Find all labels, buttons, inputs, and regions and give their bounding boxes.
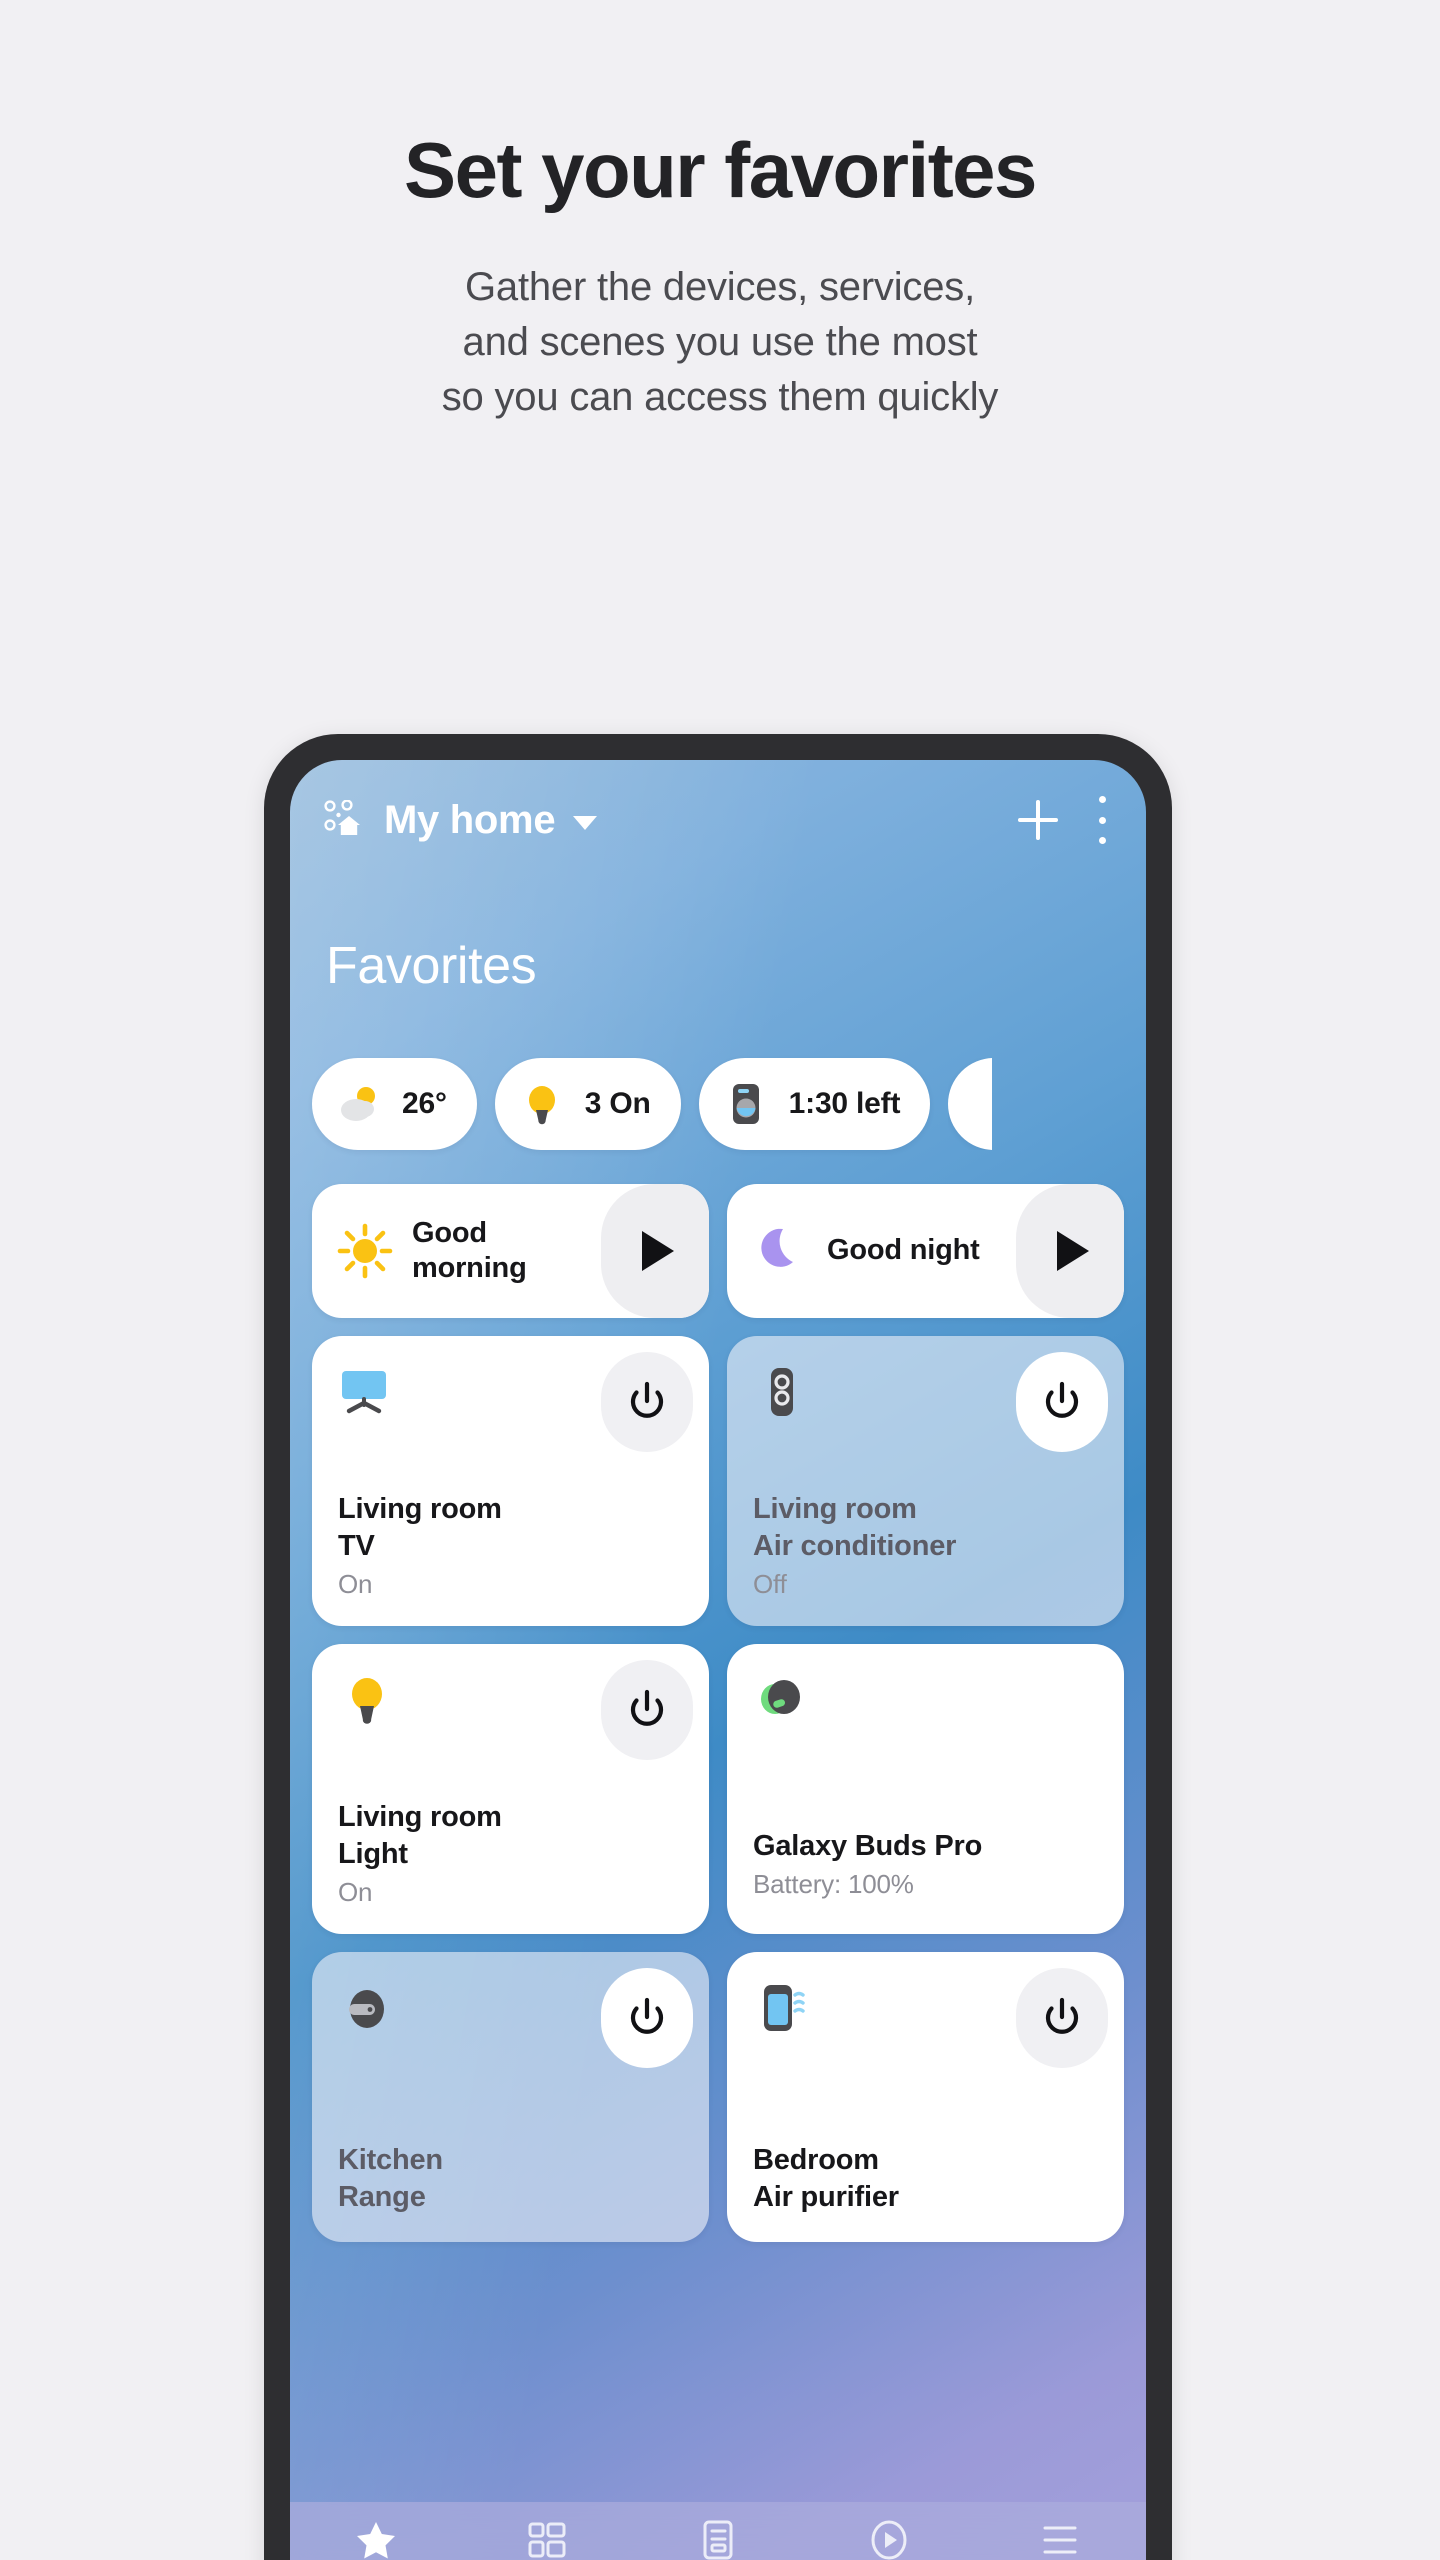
promo-screenshot: Set your favorites Gather the devices, s… bbox=[0, 0, 1440, 2560]
device-room: Bedroom bbox=[753, 2143, 879, 2176]
nav-item-favorites[interactable]: Favorites bbox=[290, 2518, 461, 2560]
smartthings-home-icon bbox=[324, 800, 360, 835]
sun-icon bbox=[337, 1223, 393, 1279]
power-icon bbox=[1045, 1997, 1079, 2034]
air-purifier-icon bbox=[764, 1985, 805, 2031]
play-circle-icon bbox=[871, 2520, 907, 2560]
promo-subtitle: Gather the devices, services, and scenes… bbox=[0, 260, 1440, 426]
bottom-navigation: Favorites Devices bbox=[290, 2502, 1146, 2560]
page-title: Set your favorites bbox=[404, 126, 1037, 214]
partly-cloudy-icon bbox=[341, 1087, 375, 1121]
device-text: Living room Light On bbox=[338, 1799, 689, 1908]
air-conditioner-icon bbox=[771, 1368, 793, 1416]
power-toggle-button[interactable] bbox=[601, 1660, 693, 1760]
tv-icon bbox=[342, 1371, 386, 1414]
promo-block: Set your favorites Gather the devices, s… bbox=[0, 126, 1440, 426]
power-toggle-button[interactable] bbox=[1016, 1968, 1108, 2068]
scene-card-good-morning[interactable]: Good morning bbox=[312, 1184, 709, 1318]
plus-icon[interactable] bbox=[1014, 796, 1062, 844]
power-toggle-button[interactable] bbox=[601, 1352, 693, 1452]
device-text: Galaxy Buds Pro Battery: 100% bbox=[753, 1828, 1104, 1900]
nav-item-menu[interactable]: Menu bbox=[975, 2518, 1146, 2560]
device-card-air-purifier[interactable]: Bedroom Air purifier bbox=[727, 1952, 1124, 2242]
home-name-label[interactable]: My home bbox=[384, 798, 556, 843]
promo-subtitle-line: Gather the devices, services, bbox=[465, 264, 975, 309]
device-text: Living room Air conditioner Off bbox=[753, 1491, 1104, 1600]
scene-label: Good night bbox=[827, 1234, 980, 1267]
hamburger-icon bbox=[1043, 2526, 1077, 2554]
device-name: Air purifier bbox=[753, 2180, 899, 2213]
status-chip-label: 3 On bbox=[584, 1087, 651, 1120]
nav-item-routines[interactable]: Routines bbox=[804, 2518, 975, 2560]
favorites-grid: Good morning Good night Living room TV O… bbox=[290, 1184, 1146, 2242]
favorites-heading: Favorites bbox=[326, 937, 537, 995]
status-chip-label: 26° bbox=[402, 1087, 447, 1120]
kebab-menu-icon[interactable] bbox=[1096, 796, 1108, 844]
device-name: Range bbox=[338, 2180, 426, 2213]
light-bulb-icon bbox=[528, 1086, 555, 1125]
promo-subtitle-line: so you can access them quickly bbox=[441, 375, 999, 420]
star-icon bbox=[356, 2522, 395, 2559]
device-name: Air conditioner bbox=[753, 1529, 957, 1562]
device-room: Living room bbox=[338, 1800, 502, 1833]
nav-item-life[interactable]: Life bbox=[632, 2518, 803, 2560]
range-icon bbox=[349, 1990, 384, 2028]
device-state: On bbox=[338, 1569, 373, 1599]
washing-machine-icon bbox=[732, 1084, 759, 1124]
device-card-air-conditioner[interactable]: Living room Air conditioner Off bbox=[727, 1336, 1124, 1626]
device-room: Kitchen bbox=[338, 2143, 443, 2176]
device-text: Kitchen Range bbox=[338, 2142, 689, 2216]
play-icon bbox=[642, 1231, 674, 1271]
document-icon bbox=[703, 2520, 733, 2560]
app-bar: My home bbox=[290, 760, 1146, 880]
scene-label: Good morning bbox=[412, 1216, 527, 1284]
device-card-tv[interactable]: Living room TV On bbox=[312, 1336, 709, 1626]
promo-subtitle-line: and scenes you use the most bbox=[462, 320, 978, 365]
scene-card-good-night[interactable]: Good night bbox=[727, 1184, 1124, 1318]
phone-mockup: My home Favorites 26° 3 On 1:30 left Goo… bbox=[264, 734, 1172, 2560]
device-room: Living room bbox=[338, 1492, 502, 1525]
status-chip-washer[interactable]: 1:30 left bbox=[698, 1058, 931, 1150]
phone-screen: My home Favorites 26° 3 On 1:30 left Goo… bbox=[290, 760, 1146, 2560]
device-name: Galaxy Buds Pro bbox=[753, 1829, 983, 1862]
grid-icon bbox=[528, 2522, 566, 2558]
moon-icon bbox=[761, 1228, 793, 1267]
device-name: Light bbox=[338, 1837, 408, 1870]
device-state: Off bbox=[753, 1569, 787, 1599]
device-text: Living room TV On bbox=[338, 1491, 689, 1600]
power-icon bbox=[1045, 1381, 1079, 1418]
power-icon bbox=[630, 1997, 664, 2034]
status-chip-row[interactable]: 26° 3 On 1:30 left bbox=[290, 1058, 1146, 1150]
device-state: Battery: 100% bbox=[753, 1869, 914, 1899]
earbuds-icon bbox=[761, 1680, 800, 1714]
device-card-galaxy-buds[interactable]: Galaxy Buds Pro Battery: 100% bbox=[727, 1644, 1124, 1934]
device-card-light[interactable]: Living room Light On bbox=[312, 1644, 709, 1934]
scene-play-button[interactable] bbox=[1016, 1184, 1124, 1318]
play-icon bbox=[1057, 1231, 1089, 1271]
power-toggle-button[interactable] bbox=[1016, 1352, 1108, 1452]
nav-item-devices[interactable]: Devices bbox=[461, 2518, 632, 2560]
device-card-range[interactable]: Kitchen Range bbox=[312, 1952, 709, 2242]
status-chip-partial[interactable] bbox=[948, 1058, 993, 1150]
power-icon bbox=[630, 1381, 664, 1418]
power-toggle-button[interactable] bbox=[601, 1968, 693, 2068]
device-state: On bbox=[338, 1877, 373, 1907]
scene-play-button[interactable] bbox=[601, 1184, 709, 1318]
device-room: Living room bbox=[753, 1492, 917, 1525]
status-chip-label: 1:30 left bbox=[788, 1087, 901, 1120]
power-icon bbox=[630, 1689, 664, 1726]
light-bulb-icon bbox=[352, 1678, 382, 1724]
chevron-down-icon[interactable] bbox=[573, 816, 598, 830]
status-chip-overflow[interactable] bbox=[948, 1058, 993, 1150]
status-chip-lights[interactable]: 3 On bbox=[494, 1058, 681, 1150]
status-chip-weather[interactable]: 26° bbox=[312, 1058, 477, 1150]
device-text: Bedroom Air purifier bbox=[753, 2142, 1104, 2216]
device-name: TV bbox=[338, 1529, 375, 1562]
